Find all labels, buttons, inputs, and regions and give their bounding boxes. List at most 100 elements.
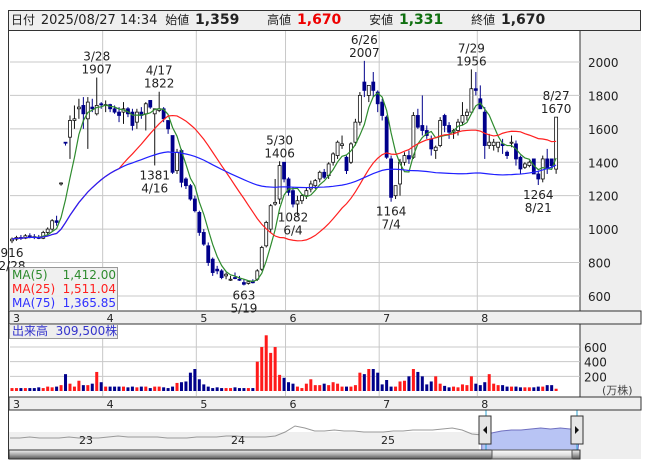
candle-body — [353, 121, 358, 143]
volume-bar — [55, 386, 59, 391]
candle-body — [81, 105, 86, 115]
candle-body — [393, 185, 398, 197]
candle-body — [242, 282, 246, 285]
candle-body — [175, 151, 179, 172]
price-tick-label: 1800 — [588, 89, 619, 103]
annotation-value: 1670 — [541, 102, 572, 116]
volume-bar — [64, 374, 68, 391]
volume-bar — [126, 387, 130, 391]
volume-bar — [322, 383, 326, 391]
volume-bar — [295, 386, 299, 391]
candle-body — [85, 101, 90, 120]
candle-body — [215, 268, 220, 272]
stock-chart[interactable]: 9162/283/2819074/17182213814/166635/195/… — [0, 0, 653, 470]
volume-bar — [255, 361, 259, 391]
candle-body — [335, 141, 340, 156]
volume-tick-label: 600 — [584, 341, 607, 355]
candle-body — [447, 125, 451, 133]
candle-body — [197, 211, 202, 233]
candle-body — [117, 111, 121, 116]
candle-body — [237, 278, 242, 281]
candle-body — [371, 81, 376, 91]
volume-bar — [371, 369, 375, 391]
volume-bar — [487, 374, 491, 391]
volume-bar — [179, 382, 183, 391]
candle-body — [384, 116, 389, 158]
volume-bar — [251, 388, 255, 391]
volume-bar — [148, 388, 152, 391]
price-tick-label: 1600 — [588, 123, 619, 137]
volume-bar — [229, 388, 233, 391]
volume-bar — [14, 388, 18, 391]
scrollbar-thumb[interactable] — [491, 449, 573, 460]
volume-unit-label: (万株) — [602, 383, 633, 397]
volume-bar — [416, 371, 420, 391]
volume-bar — [376, 372, 380, 391]
volume-bar — [469, 376, 473, 391]
date-axis-strip — [8, 396, 642, 411]
candle-body — [438, 120, 443, 146]
volume-tick-label: 400 — [584, 356, 607, 370]
volume-bar — [447, 387, 451, 391]
volume-bar — [278, 374, 282, 391]
volume-bar — [287, 382, 291, 391]
candle-body — [357, 95, 362, 123]
candle-body — [206, 245, 211, 263]
volume-bar — [122, 386, 125, 391]
volume-bar — [175, 382, 179, 391]
candle-body — [27, 235, 32, 238]
volume-bar — [394, 386, 398, 391]
candle-body — [505, 151, 509, 156]
volume-bar — [68, 383, 72, 391]
month-label: 5 — [200, 312, 207, 325]
volume-bar — [304, 383, 308, 391]
candle-body — [224, 273, 228, 277]
candle-body — [509, 141, 514, 144]
volume-bar — [331, 382, 335, 391]
volume-bar — [211, 388, 215, 391]
volume-bar — [411, 369, 415, 391]
volume-bar — [206, 386, 210, 391]
volume-bar — [510, 386, 514, 391]
candle-body — [50, 220, 55, 230]
price-tick-label: 800 — [588, 257, 611, 271]
volume-bar — [532, 387, 536, 391]
volume-bar — [505, 386, 509, 391]
volume-bar — [407, 376, 411, 391]
volume-bar — [113, 386, 117, 391]
candle-body — [188, 185, 193, 200]
volume-bar — [380, 384, 384, 391]
volume-bar — [478, 385, 482, 391]
volume-bar — [465, 385, 469, 391]
volume-bar — [72, 386, 76, 391]
navigator-year-label: 23 — [79, 434, 93, 447]
volume-bar — [166, 388, 170, 391]
volume-bar — [550, 385, 554, 391]
annotation-value: 1406 — [264, 146, 295, 160]
candle-body — [299, 195, 304, 202]
volume-bar — [474, 383, 478, 391]
annotation-date: 7/4 — [381, 218, 400, 232]
candle-body — [460, 115, 465, 123]
candle-body — [322, 171, 327, 178]
candle-body — [273, 201, 278, 205]
candle-body — [192, 198, 197, 212]
volume-bar — [443, 385, 447, 391]
volume-bar — [184, 381, 188, 391]
candle-body — [233, 277, 237, 279]
volume-bar — [37, 387, 41, 391]
price-tick-label: 2000 — [588, 56, 619, 70]
volume-bar — [496, 385, 500, 391]
volume-bar — [527, 387, 531, 391]
candle-body — [313, 180, 318, 187]
volume-label: 出来高 — [12, 324, 49, 338]
volume-bar — [349, 386, 353, 391]
candle-body — [148, 100, 153, 108]
month-label: 7 — [383, 398, 390, 411]
month-label: 8 — [481, 398, 488, 411]
annotation-value: 663 — [232, 288, 255, 302]
ma75-value: 1,365.85 — [62, 296, 116, 310]
volume-bar — [264, 335, 268, 391]
candle-body — [340, 143, 344, 146]
volume-bar — [313, 385, 317, 391]
